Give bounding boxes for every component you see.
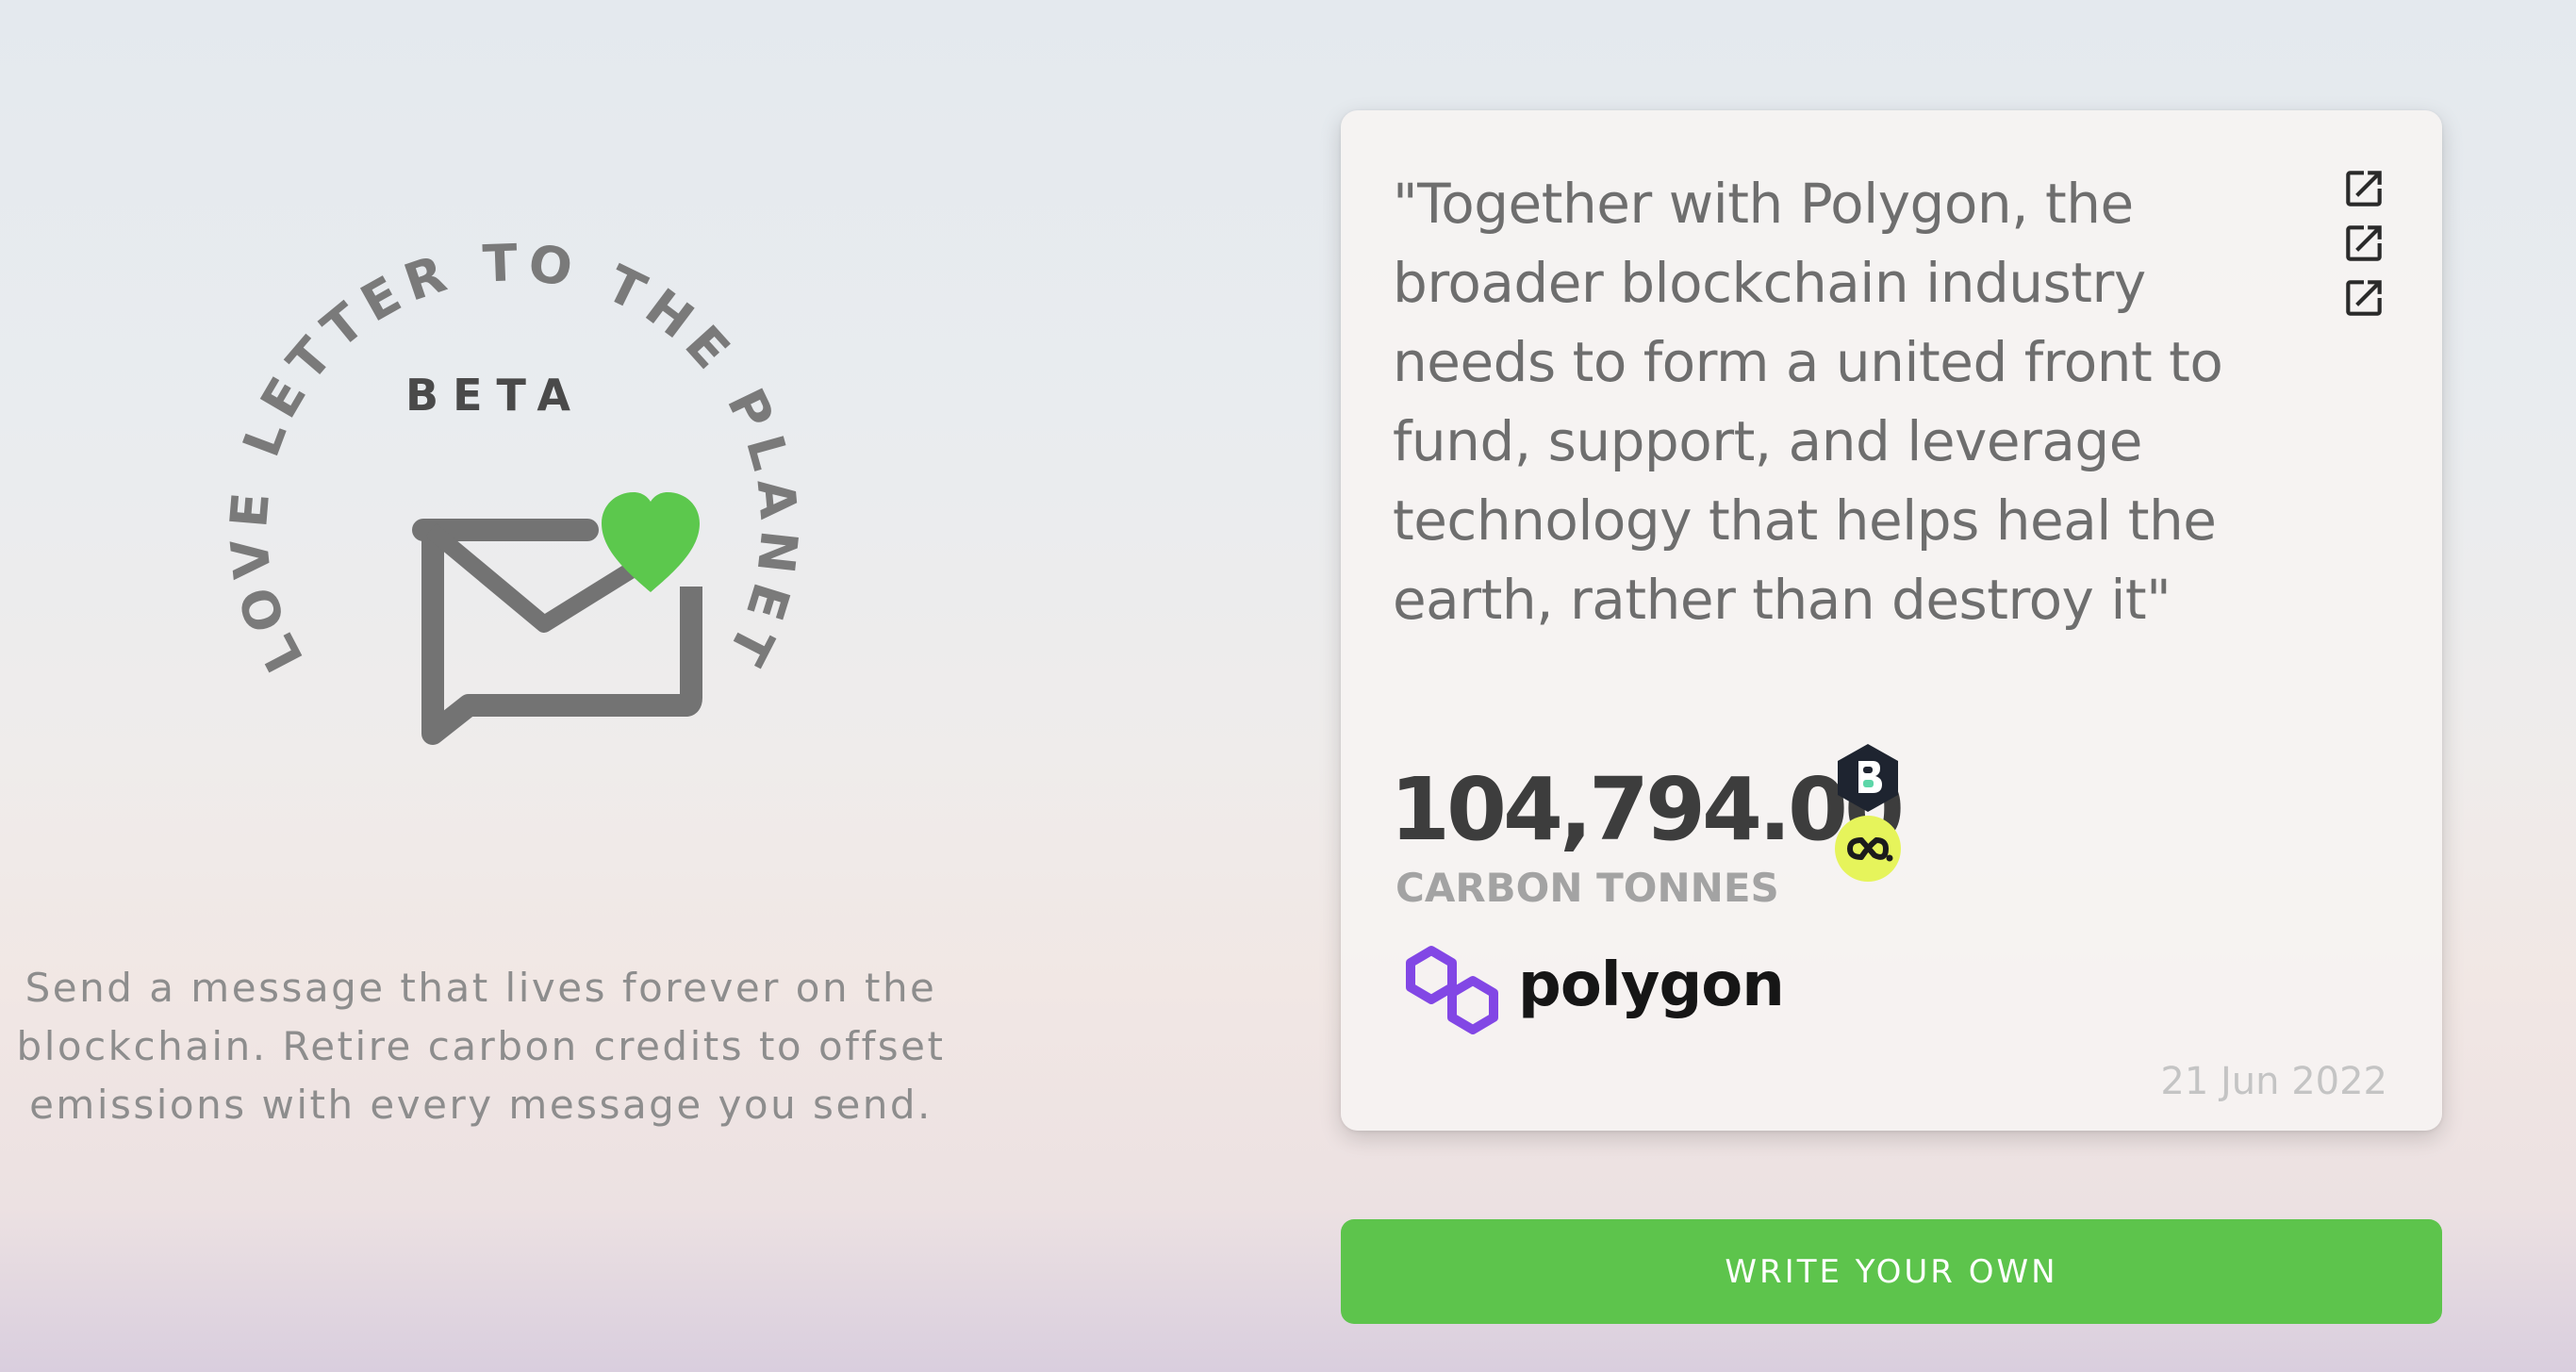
letter-quote: "Together with Polygon, the broader bloc… [1393, 172, 2223, 632]
bct-token-icon [1835, 742, 1901, 814]
love-letter-logo: LOVE LETTER TO THE PLANET [212, 233, 801, 745]
tagline-text: Send a message that lives forever on the… [16, 965, 946, 1128]
external-links [2340, 165, 2389, 329]
external-link-icon[interactable] [2340, 165, 2387, 220]
beta-badge: BETA [405, 370, 585, 421]
letter-date: 21 Jun 2022 [2160, 1060, 2387, 1103]
polygon-wordmark: polygon [1518, 950, 1785, 1020]
carbon-amount: 104,794.00 [1390, 759, 1905, 860]
letter-card: "Together with Polygon, the broader bloc… [1341, 110, 2442, 1131]
c3-token-icon [1833, 814, 1903, 884]
external-link-icon[interactable] [2340, 220, 2387, 274]
carbon-unit-label: CARBON TONNES [1395, 865, 1779, 911]
external-link-icon[interactable] [2340, 274, 2387, 329]
polygon-logo: polygon [1399, 945, 1785, 1035]
logo-graphic: LOVE LETTER TO THE PLANET [219, 233, 801, 745]
write-your-own-button[interactable]: WRITE YOUR OWN [1341, 1219, 2442, 1324]
logo-arc-text: LOVE LETTER TO THE PLANET [219, 233, 809, 682]
polygon-mark-icon [1406, 946, 1498, 1034]
